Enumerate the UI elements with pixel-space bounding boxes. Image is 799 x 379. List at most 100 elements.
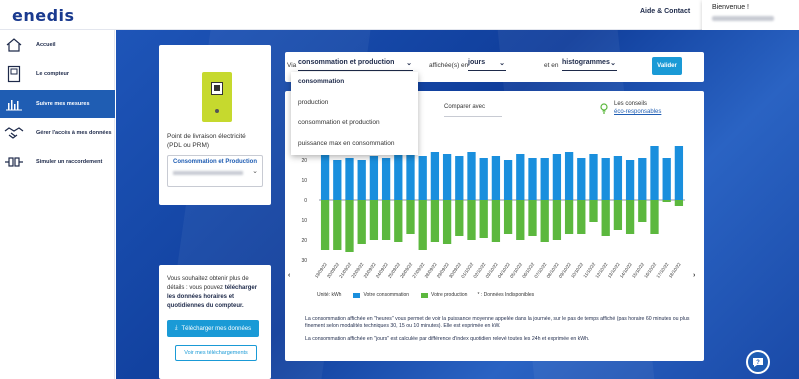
- chevron-right-icon[interactable]: ›: [693, 272, 695, 279]
- consumption-bar: [442, 154, 452, 200]
- consumption-bar: [540, 158, 549, 200]
- chevron-down-icon: ⌄: [499, 60, 505, 67]
- meter-icon: [0, 65, 28, 83]
- chat-icon: ?: [753, 357, 763, 367]
- y-tick-label: 0: [304, 198, 307, 204]
- production-bar: [662, 200, 671, 202]
- legend: Unité: kWh Votre consommation Votre prod…: [317, 292, 534, 298]
- sidebar-item-compteur[interactable]: Le compteur: [0, 60, 115, 88]
- sidebar-item-label: Simuler un raccordement: [36, 159, 103, 165]
- via-label: Via: [287, 62, 297, 69]
- validate-button[interactable]: Valider: [652, 57, 682, 75]
- enedis-logo[interactable]: enedis: [12, 6, 75, 25]
- help-contact-link[interactable]: Aide & Contact: [640, 8, 690, 15]
- production-bar: [516, 200, 525, 240]
- consumption-production-chart: 302010010203019/09/2220/09/2221/09/2222/…: [301, 138, 685, 279]
- production-bar: [394, 200, 403, 242]
- displayed-in-label: affichée(s) en: [429, 62, 469, 69]
- production-bar: [552, 200, 562, 240]
- consumption-bar: [528, 158, 537, 200]
- bar-chart-icon: [0, 97, 28, 111]
- dropdown-option-production[interactable]: production: [291, 93, 418, 114]
- production-bar: [613, 200, 623, 230]
- consumption-bar: [638, 158, 647, 200]
- welcome-panel[interactable]: Bienvenue !: [702, 0, 799, 32]
- as-label: et en: [544, 62, 559, 69]
- lightbulb-icon: [600, 103, 608, 114]
- consumption-bar: [491, 156, 501, 200]
- consumption-bar: [650, 146, 659, 200]
- production-bar: [357, 200, 366, 244]
- production-bar: [479, 200, 488, 238]
- consumption-bar: [369, 156, 379, 200]
- pdl-title: Point de livraison électricité (PDL ou P…: [167, 133, 246, 149]
- user-name-blurred: [712, 16, 774, 21]
- production-bar: [638, 200, 647, 222]
- download-icon: ⤓: [174, 325, 178, 331]
- dropdown-option-puissance-max[interactable]: puissance max en consommation: [291, 134, 418, 155]
- chat-help-button[interactable]: ?: [746, 350, 770, 374]
- sidebar-item-suivre-mesures[interactable]: Suivre mes mesures: [0, 90, 115, 118]
- chart-type-select[interactable]: histogrammes ⌄: [562, 59, 617, 71]
- production-bar: [589, 200, 598, 222]
- x-tick-label: 18/10/22: [668, 261, 682, 279]
- consumption-bar: [333, 160, 342, 200]
- consumption-bar: [418, 156, 427, 200]
- production-bar: [577, 200, 586, 234]
- production-bar: [564, 200, 574, 234]
- dropdown-option-consommation-production[interactable]: consommation et production: [291, 113, 418, 134]
- production-bar: [467, 200, 476, 240]
- production-bar: [601, 200, 610, 236]
- unit-select[interactable]: jours ⌄: [468, 59, 506, 71]
- production-bar: [540, 200, 549, 242]
- compare-select[interactable]: [444, 116, 502, 117]
- legend-unavailable: * : Données Indisponibles: [477, 292, 535, 298]
- meter-image: [202, 72, 232, 122]
- plug-icon: [0, 156, 28, 168]
- production-bar: [430, 200, 440, 242]
- consumption-bar: [503, 160, 513, 200]
- sidebar-item-accueil[interactable]: Accueil: [0, 31, 115, 59]
- svg-text:?: ?: [756, 360, 760, 366]
- top-bar: enedis Aide & Contact Bienvenue !: [0, 0, 799, 32]
- consumption-bar: [455, 156, 464, 200]
- chevron-left-icon[interactable]: ‹: [288, 272, 290, 279]
- sidebar-item-label: Accueil: [36, 42, 56, 48]
- dropdown-option-consommation[interactable]: consommation: [291, 72, 418, 93]
- pdl-number-blurred: [173, 171, 243, 175]
- consumption-bar: [357, 160, 366, 200]
- production-bar: [650, 200, 659, 234]
- consumption-bar: [662, 158, 671, 200]
- pdl-select-label: Consommation et Production: [173, 159, 257, 165]
- y-tick-label: 20: [301, 238, 307, 244]
- production-bar: [381, 200, 391, 240]
- view-downloads-button[interactable]: Voir mes téléchargements: [175, 345, 257, 361]
- pdl-card: Point de livraison électricité (PDL ou P…: [159, 45, 271, 205]
- data-type-select[interactable]: consommation et production ⌄: [298, 59, 413, 71]
- consumption-bar: [674, 146, 684, 200]
- sidebar-item-label: Suivre mes mesures: [36, 101, 90, 107]
- consumption-bar: [516, 154, 525, 200]
- download-data-button[interactable]: ⤓ Télécharger mes données: [167, 320, 259, 337]
- eco-tips-link[interactable]: éco-responsables: [614, 109, 661, 115]
- y-tick-label: 20: [301, 158, 307, 164]
- legend-consumption: Votre consommation: [363, 292, 410, 298]
- pdl-select[interactable]: Consommation et Production ⌄: [167, 155, 263, 187]
- sidebar: Accueil Le compteur Suivre mes mesures G…: [0, 30, 115, 379]
- consumption-bar: [552, 154, 562, 200]
- sidebar-item-raccordement[interactable]: Simuler un raccordement: [0, 148, 115, 176]
- sidebar-item-label: Le compteur: [36, 71, 70, 77]
- sidebar-item-acces-donnees[interactable]: Gérer l'accès à mes données: [0, 119, 115, 147]
- legend-unit: Unité: kWh: [317, 292, 342, 298]
- production-bar: [455, 200, 464, 236]
- chevron-down-icon: ⌄: [252, 168, 258, 175]
- production-bar: [503, 200, 513, 234]
- production-bar: [369, 200, 379, 240]
- production-bar: [528, 200, 537, 236]
- consumption-bar: [613, 156, 623, 200]
- consumption-bar: [577, 158, 586, 200]
- consumption-bar: [467, 152, 476, 200]
- consumption-bar: [345, 158, 354, 200]
- compare-label: Comparer avec: [444, 104, 486, 110]
- legend-swatch-consumption: [353, 292, 361, 298]
